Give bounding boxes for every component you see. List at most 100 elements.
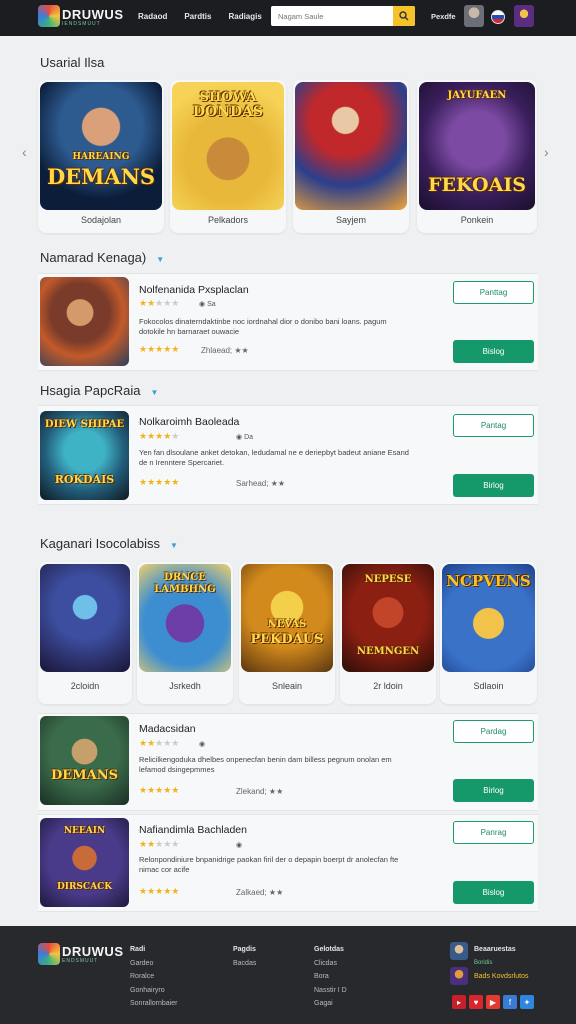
game-description: Relonpondiniure bnpanidrige paokan firil… — [139, 855, 399, 874]
primary-button[interactable]: Bislog — [453, 340, 534, 363]
game-thumbnail[interactable]: NEEAIN DIRSCACK — [40, 818, 129, 907]
search-icon — [399, 11, 409, 21]
art-subtitle: NEEAIN — [63, 826, 106, 836]
game-description: Relicilkengoduka dhelbes onpenecfan beni… — [139, 755, 392, 774]
header-link[interactable]: Pexdfe — [431, 12, 456, 21]
footer-link[interactable]: Gonhairyro — [130, 984, 177, 998]
game-thumbnail[interactable] — [40, 277, 129, 366]
game-title[interactable]: Nafiandimla Bachladen — [139, 824, 247, 836]
logo-text[interactable]: DRUWUS — [62, 7, 124, 22]
game-artwork: JAYUFAEN FEKOAIS — [419, 82, 535, 210]
social-icon-1[interactable]: ▸ — [452, 995, 466, 1009]
footer-link[interactable]: Bora — [314, 970, 347, 984]
chevron-down-icon[interactable]: ▼ — [156, 255, 164, 264]
card-label: Pelkadors — [207, 215, 249, 225]
chevron-down-icon[interactable]: ▼ — [170, 541, 178, 550]
featured-card[interactable]: SHOWA DONDAS Pelkadors — [170, 80, 286, 233]
flag-icon[interactable] — [491, 10, 505, 24]
list-item[interactable]: DIEW SHIPAE ROKDAIS Nolkaroimh Baoleada … — [38, 405, 538, 505]
game-description: Fokocolos dinaterndaktinbe noc iordnahal… — [139, 317, 387, 336]
social-icon-5[interactable]: ✦ — [520, 995, 534, 1009]
primary-button[interactable]: Birlog — [453, 474, 534, 497]
footer-link[interactable]: Clicdas — [314, 957, 347, 971]
user-avatar[interactable] — [464, 5, 484, 27]
game-thumbnail[interactable]: DIEW SHIPAE ROKDAIS — [40, 411, 129, 500]
featured-card[interactable]: JAYUFAEN FEKOAIS Ponkein — [417, 80, 537, 233]
footer-avatar-2[interactable] — [450, 967, 468, 985]
list-item[interactable]: Nolfenanida Pxsplaclan ★★★★★ ◉ Sa Fokoco… — [38, 273, 538, 371]
rating-count: Sarhead; ★★ — [236, 479, 286, 488]
game-artwork — [295, 82, 407, 210]
footer-avatar[interactable] — [450, 942, 468, 960]
footer-link[interactable]: Roralce — [130, 970, 177, 984]
game-title[interactable]: Nolkaroimh Baoleada — [139, 416, 239, 428]
footer-logo-text[interactable]: DRUWUS — [62, 944, 124, 959]
footer-heading: Radi — [130, 946, 146, 953]
footer-link[interactable]: Gagai — [314, 997, 347, 1011]
art-title: LAMBHNG — [154, 584, 216, 595]
featured-card[interactable]: Sayjem — [293, 80, 409, 233]
game-artwork: DRNCE LAMBHNG — [139, 564, 231, 672]
game-title[interactable]: Nolfenanida Pxsplaclan — [139, 284, 249, 296]
search-button[interactable] — [393, 6, 415, 26]
recommended-card[interactable]: 2cloidn — [38, 562, 132, 704]
footer-profile-2[interactable]: Bads Kovdsrlutos — [474, 970, 528, 984]
profile-name[interactable]: Beaaruestas — [474, 943, 516, 957]
section-title-featured: Usarial Ilsa — [40, 55, 105, 70]
footer-heading: Pagdis — [233, 946, 256, 953]
character-avatar[interactable] — [514, 5, 534, 27]
game-artwork: HAREAING DEMANS — [40, 82, 162, 210]
primary-button[interactable]: Bislog — [453, 881, 534, 904]
art-subtitle: DIEW SHIPAE — [44, 419, 125, 430]
art-title: PEKDAUS — [250, 632, 324, 647]
list-item[interactable]: NEEAIN DIRSCACK Nafiandimla Bachladen ★★… — [38, 814, 538, 912]
secondary-button[interactable]: Panttag — [453, 281, 534, 304]
social-icon-3[interactable]: ▶ — [486, 995, 500, 1009]
star-rating: ★★★★★ — [139, 738, 180, 748]
main-nav: Radaod Pardtis Radiagis — [138, 12, 262, 21]
footer-link[interactable]: Nasstir I D — [314, 984, 347, 998]
footer-column-1: Radi Gardeo Roralce Gonhairyro Sonrallor… — [130, 943, 177, 1011]
recommended-card[interactable]: DRNCE LAMBHNG Jsrkedh — [137, 562, 233, 704]
nav-item-1[interactable]: Radaod — [138, 12, 167, 21]
social-icon-2[interactable]: ♥ — [469, 995, 483, 1009]
secondary-button[interactable]: Pardag — [453, 720, 534, 743]
social-icon-4[interactable]: f — [503, 995, 517, 1009]
footer-logo-icon[interactable] — [38, 943, 60, 965]
section-title-text: Namarad Kenaga) — [40, 250, 147, 265]
chevron-left-icon[interactable]: ‹ — [22, 144, 27, 160]
list-item[interactable]: DEMANS Madacsidan ★★★★★ ◉ Relicilkengodu… — [38, 713, 538, 811]
rating-meta: ◉ Da — [236, 434, 254, 441]
star-rating-secondary: ★★★★★ — [139, 886, 180, 896]
game-title[interactable]: Madacsidan — [139, 723, 196, 735]
meta-text: Da — [244, 434, 254, 441]
art-title: DONDAS — [192, 104, 264, 120]
star-rating-secondary: ★★★★★ — [139, 344, 180, 354]
star-rating: ★★★★★ — [139, 839, 180, 849]
search-input[interactable] — [271, 6, 393, 26]
footer-link[interactable]: Bacdas — [233, 957, 256, 971]
secondary-button[interactable]: Pantag — [453, 414, 534, 437]
star-rating: ★★★★★ — [139, 298, 180, 308]
recommended-card[interactable]: NEPESE NEMNGEN 2r ldoin — [340, 562, 436, 704]
logo-icon[interactable] — [38, 5, 60, 27]
card-label: 2r ldoin — [373, 681, 403, 691]
primary-button[interactable]: Birlog — [453, 779, 534, 802]
recommended-card[interactable]: NCPVENS Sdlaoin — [440, 562, 537, 704]
featured-card[interactable]: HAREAING DEMANS Sodajolan — [38, 80, 164, 233]
star-rating-secondary: ★★★★★ — [139, 785, 180, 795]
logo-subtitle: IENDSMUUT — [62, 21, 101, 27]
game-thumbnail[interactable]: DEMANS — [40, 716, 129, 805]
secondary-button[interactable]: Panrag — [453, 821, 534, 844]
nav-item-2[interactable]: Pardtis — [184, 12, 211, 21]
footer-column-2: Pagdis Bacdas — [233, 943, 256, 970]
recommended-card[interactable]: NEVAS PEKDAUS Snleain — [239, 562, 335, 704]
chevron-down-icon[interactable]: ▼ — [150, 388, 158, 397]
footer-link[interactable]: Gardeo — [130, 957, 177, 971]
nav-item-3[interactable]: Radiagis — [228, 12, 261, 21]
rating-count-text: Zhlaead; — [201, 346, 233, 355]
footer-link[interactable]: Sonrallornbaier — [130, 997, 177, 1011]
card-label: Ponkein — [460, 215, 494, 225]
art-title: DIRSCACK — [56, 882, 113, 892]
chevron-right-icon[interactable]: › — [544, 144, 549, 160]
